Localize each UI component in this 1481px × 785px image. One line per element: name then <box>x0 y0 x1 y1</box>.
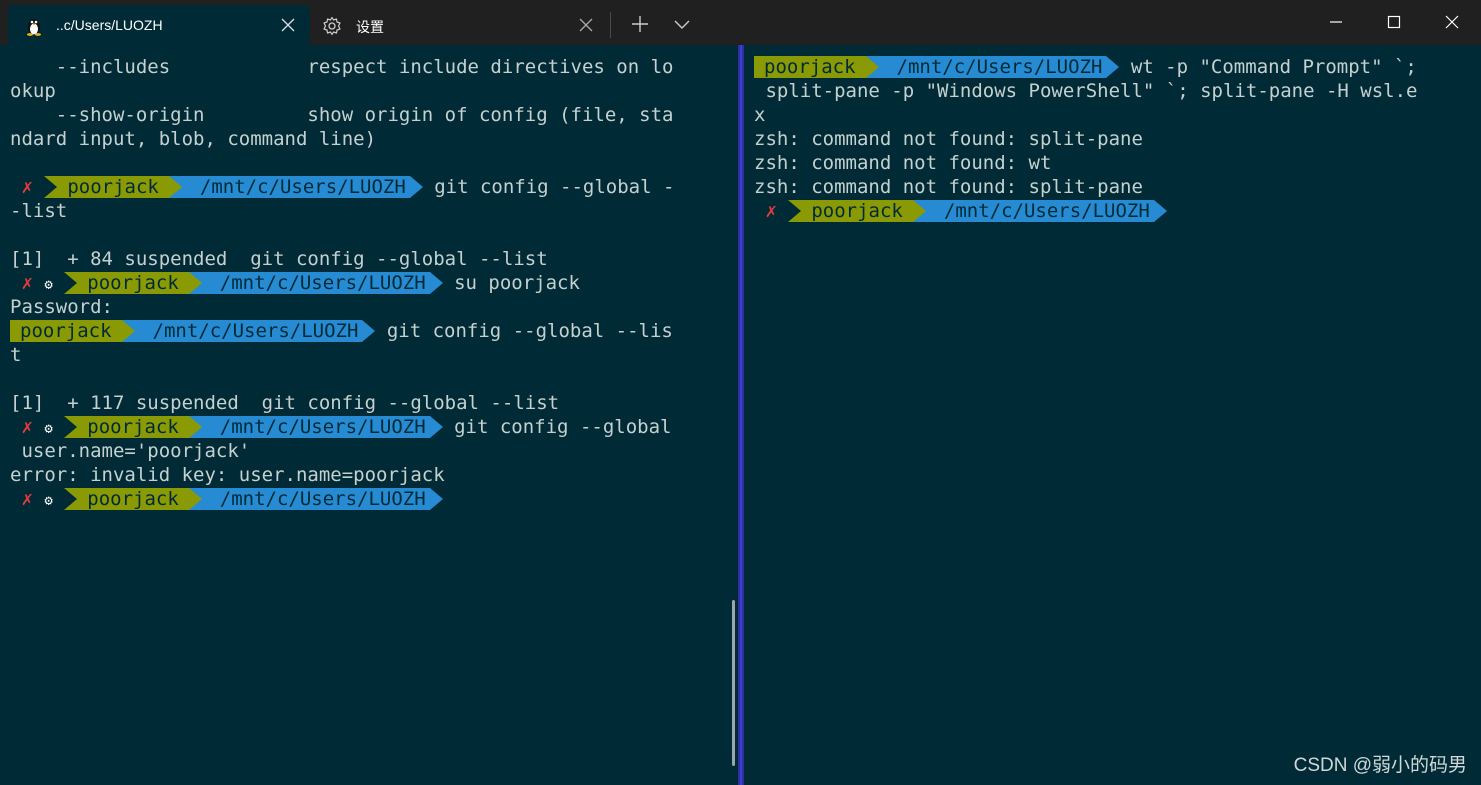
maximize-icon <box>1387 15 1401 29</box>
close-icon <box>1445 15 1459 29</box>
segment-arrow <box>362 320 376 342</box>
linux-penguin-icon <box>27 19 41 36</box>
prompt-path-segment: /mnt/c/Users/LUOZH <box>134 320 363 342</box>
close-tab-icon[interactable] <box>278 15 298 35</box>
prompt-command: wt -p "Command Prompt" `; <box>1119 56 1417 78</box>
prompt-line: ✗ ⚙ poorjack/mnt/c/Users/LUOZH git confi… <box>10 415 674 439</box>
prompt-user-segment: poorjack <box>801 200 913 222</box>
segment-arrow <box>409 176 423 198</box>
error-status-icon: ✗ <box>21 416 33 438</box>
prompt-path-segment: /mnt/c/Users/LUOZH <box>878 56 1107 78</box>
prompt-command: git config --global - <box>422 176 675 198</box>
chevron-down-icon[interactable] <box>670 12 694 36</box>
background-job-icon: ⚙ <box>44 493 53 509</box>
prompt-user-segment: poorjack <box>57 176 169 198</box>
output-line: zsh: command not found: wt <box>754 152 1052 174</box>
output-line: [1] + 84 suspended git config --global -… <box>10 248 548 270</box>
segment-arrow <box>429 272 443 294</box>
scrollbar-thumb[interactable] <box>732 600 735 766</box>
terminal-output: --includes respect include directives on… <box>10 55 674 511</box>
tab-title: ..c/Users/LUOZH <box>56 17 163 33</box>
terminal-output: poorjack/mnt/c/Users/LUOZH wt -p "Comman… <box>754 55 1417 223</box>
tab-title: 设置 <box>356 19 384 35</box>
minimize-icon <box>1330 21 1342 23</box>
close-tab-icon[interactable] <box>576 15 596 35</box>
prompt-line: ✗ ⚙ poorjack/mnt/c/Users/LUOZH su poorja… <box>10 271 674 295</box>
error-status-icon: ✗ <box>21 488 33 510</box>
prompt-user-segment: poorjack <box>77 488 189 510</box>
output-line: t <box>10 344 22 366</box>
terminal-pane-left[interactable]: --includes respect include directives on… <box>0 45 738 785</box>
watermark: CSDN @弱小的码男 <box>1293 755 1467 776</box>
prompt-user-segment: poorjack <box>754 56 866 78</box>
prompt-user-segment: poorjack <box>10 320 122 342</box>
output-line: -list <box>10 200 68 222</box>
prompt-path-segment: /mnt/c/Users/LUOZH <box>181 176 410 198</box>
prompt-path-segment: /mnt/c/Users/LUOZH <box>201 272 430 294</box>
segment-arrow <box>429 488 443 510</box>
output-line: user.name='poorjack' <box>10 440 251 462</box>
prompt-command: git config --global <box>442 416 672 438</box>
minimize-button[interactable] <box>1307 0 1365 45</box>
output-line: ndard input, blob, command line) <box>10 128 377 150</box>
output-line: zsh: command not found: split-pane <box>754 176 1143 198</box>
terminal-pane-right[interactable]: poorjack/mnt/c/Users/LUOZH wt -p "Comman… <box>744 45 1481 785</box>
prompt-line: ✗ poorjack/mnt/c/Users/LUOZH <box>754 199 1417 223</box>
background-job-icon: ⚙ <box>44 277 53 293</box>
prompt-path-segment: /mnt/c/Users/LUOZH <box>925 200 1154 222</box>
maximize-button[interactable] <box>1365 0 1423 45</box>
tab-settings[interactable]: 设置 <box>312 5 608 45</box>
output-line: Password: <box>10 296 113 318</box>
segment-arrow <box>121 320 135 342</box>
segment-arrow <box>64 272 78 294</box>
prompt-line: poorjack/mnt/c/Users/LUOZH git config --… <box>10 319 674 343</box>
plus-icon[interactable] <box>628 12 652 36</box>
prompt-line: ✗ ⚙ poorjack/mnt/c/Users/LUOZH <box>10 487 674 511</box>
segment-arrow <box>188 416 202 438</box>
output-line: x <box>754 104 766 126</box>
prompt-path-segment: /mnt/c/Users/LUOZH <box>201 416 430 438</box>
background-job-icon: ⚙ <box>44 421 53 437</box>
prompt-user-segment: poorjack <box>77 272 189 294</box>
segment-arrow <box>912 200 926 222</box>
title-bar: ..c/Users/LUOZH 设置 <box>0 0 1481 45</box>
prompt-command: git config --global --lis <box>375 320 673 342</box>
prompt-user-segment: poorjack <box>77 416 189 438</box>
close-window-button[interactable] <box>1423 0 1481 45</box>
segment-arrow <box>168 176 182 198</box>
output-line: split-pane -p "Windows PowerShell" `; sp… <box>754 80 1418 102</box>
segment-arrow <box>188 488 202 510</box>
prompt-path-segment: /mnt/c/Users/LUOZH <box>201 488 430 510</box>
error-status-icon: ✗ <box>21 272 33 294</box>
output-line: zsh: command not found: split-pane <box>754 128 1143 150</box>
gear-icon <box>323 16 341 36</box>
prompt-line: poorjack/mnt/c/Users/LUOZH wt -p "Comman… <box>754 55 1417 79</box>
output-line: [1] + 117 suspended git config --global … <box>10 392 560 414</box>
prompt-command: su poorjack <box>442 272 580 294</box>
segment-arrow <box>64 416 78 438</box>
segment-arrow <box>1153 200 1167 222</box>
output-line: --show-origin show origin of config (fil… <box>10 104 674 126</box>
segment-arrow <box>788 200 802 222</box>
error-status-icon: ✗ <box>21 176 33 198</box>
segment-arrow <box>64 488 78 510</box>
tab-terminal[interactable]: ..c/Users/LUOZH <box>8 5 310 45</box>
output-line: okup <box>10 80 56 102</box>
prompt-line: ✗ poorjack/mnt/c/Users/LUOZH git config … <box>10 175 674 199</box>
segment-arrow <box>188 272 202 294</box>
tab-separator <box>610 12 611 38</box>
output-line: --includes respect include directives on… <box>10 56 674 78</box>
error-status-icon: ✗ <box>765 200 777 222</box>
segment-arrow <box>44 176 58 198</box>
segment-arrow <box>865 56 879 78</box>
output-line: error: invalid key: user.name=poorjack <box>10 464 445 486</box>
segment-arrow <box>1106 56 1120 78</box>
segment-arrow <box>429 416 443 438</box>
